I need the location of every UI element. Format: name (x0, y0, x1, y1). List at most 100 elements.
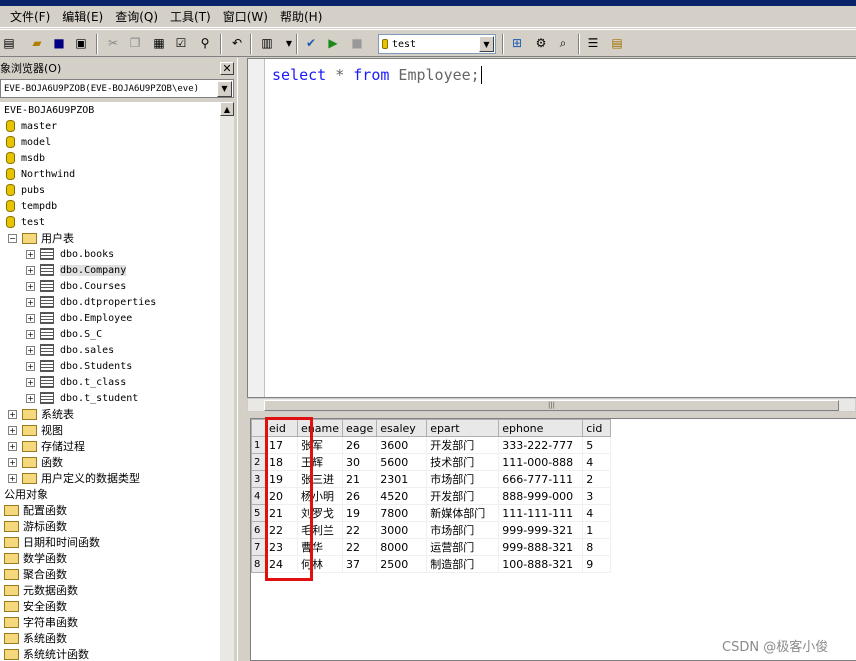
column-header[interactable]: ephone (498, 419, 584, 437)
cell[interactable]: 37 (341, 555, 378, 573)
undo-icon[interactable]: ↶ (228, 35, 246, 51)
expand-icon[interactable]: + (26, 361, 35, 371)
expand-icon[interactable]: + (26, 265, 35, 275)
tree-folder[interactable]: + 视图 (8, 422, 63, 438)
cell[interactable]: 1 (582, 521, 612, 539)
tree-folder[interactable]: + 存储过程 (8, 438, 85, 454)
tree-server[interactable]: EVE-BOJA6U9PZOB (4, 102, 94, 118)
cell[interactable]: 999-999-321 (498, 521, 584, 539)
tree-db-msdb[interactable]: msdb (6, 150, 45, 166)
cell[interactable]: 2500 (376, 555, 428, 573)
collapse-icon[interactable]: − (8, 233, 17, 243)
expand-icon[interactable]: + (26, 377, 35, 387)
tree-table[interactable]: + dbo.sales (26, 342, 114, 358)
expand-icon[interactable]: + (26, 329, 35, 339)
display-plan-icon[interactable]: ⊞ (508, 35, 526, 51)
cell[interactable]: 运营部门 (426, 538, 500, 556)
stop-icon[interactable]: ■ (348, 35, 366, 51)
cell[interactable]: 开发部门 (426, 487, 500, 505)
cell[interactable]: 2301 (376, 470, 428, 488)
panel-splitter[interactable] (237, 58, 247, 661)
cell[interactable]: 开发部门 (426, 436, 500, 454)
object-search-icon[interactable]: ⌕ (554, 35, 572, 51)
cell[interactable]: 22 (341, 521, 378, 539)
cell[interactable]: 技术部门 (426, 453, 500, 471)
parse-check-icon[interactable]: ✔ (302, 35, 320, 51)
menu-window[interactable]: 窗口(W) (217, 8, 274, 25)
tree-folder[interactable]: 元数据函数 (4, 582, 78, 598)
tree-table[interactable]: + dbo.S_C (26, 326, 102, 342)
save-icon[interactable]: ■ (50, 35, 68, 51)
cell[interactable]: 5 (582, 436, 612, 454)
open-folder-icon[interactable]: ▰ (28, 35, 46, 51)
cell[interactable]: 7800 (376, 504, 428, 522)
tree-db-test[interactable]: test (6, 214, 45, 230)
tree-table[interactable]: + dbo.dtproperties (26, 294, 156, 310)
close-icon[interactable]: ✕ (220, 61, 234, 75)
new-query-icon[interactable]: ▤ (0, 35, 18, 51)
cell[interactable]: 3 (582, 487, 612, 505)
cell[interactable]: 30 (341, 453, 378, 471)
cell[interactable]: 111-000-888 (498, 453, 584, 471)
cell[interactable]: 666-777-111 (498, 470, 584, 488)
tree-folder[interactable]: 游标函数 (4, 518, 67, 534)
cell[interactable]: 9 (582, 555, 612, 573)
chevron-down-icon[interactable]: ▼ (479, 36, 494, 52)
editor-horizontal-scrollbar[interactable]: ||| (247, 398, 856, 412)
tree-folder[interactable]: 数学函数 (4, 550, 67, 566)
find-icon[interactable]: ⚲ (196, 35, 214, 51)
expand-icon[interactable]: + (26, 249, 35, 259)
cell[interactable]: 888-999-000 (498, 487, 584, 505)
query-editor[interactable]: select * from Employee; (247, 58, 856, 398)
tree-table[interactable]: + dbo.Employee (26, 310, 132, 326)
menu-file[interactable]: 文件(F) (4, 8, 56, 25)
cell[interactable]: 制造部门 (426, 555, 500, 573)
paste-icon[interactable]: ▦ (150, 35, 168, 51)
database-select[interactable]: test ▼ (378, 34, 496, 54)
tree-db-tempdb[interactable]: tempdb (6, 198, 57, 214)
column-header[interactable]: esaley (376, 419, 428, 437)
expand-icon[interactable]: + (8, 441, 17, 451)
tree-table[interactable]: + dbo.Students (26, 358, 132, 374)
tree-table[interactable]: + dbo.Company (26, 262, 127, 278)
insert-template-icon[interactable]: ▣ (72, 35, 90, 51)
menu-tools[interactable]: 工具(T) (164, 8, 217, 25)
expand-icon[interactable]: + (26, 393, 35, 403)
cell[interactable]: 2 (582, 470, 612, 488)
cell[interactable]: 8000 (376, 538, 428, 556)
cell[interactable]: 8 (582, 538, 612, 556)
cell[interactable]: 100-888-321 (498, 555, 584, 573)
cell[interactable]: 21 (341, 470, 378, 488)
results-mode-icon[interactable]: ▥ (258, 35, 276, 51)
tree-table[interactable]: + dbo.t_student (26, 390, 138, 406)
cut-icon[interactable]: ✂ (104, 35, 122, 51)
tree-common-objects[interactable]: 公用对象 (4, 486, 48, 502)
tree-folder[interactable]: + 函数 (8, 454, 63, 470)
expand-icon[interactable]: + (26, 281, 35, 291)
properties-icon[interactable]: ☰ (584, 35, 602, 51)
scrollbar-thumb[interactable]: ||| (264, 400, 839, 411)
tree-table[interactable]: + dbo.Courses (26, 278, 126, 294)
cell[interactable]: 19 (341, 504, 378, 522)
sql-text[interactable]: select * from Employee; (272, 66, 482, 84)
cell[interactable]: 333-222-777 (498, 436, 584, 454)
tree-folder[interactable]: + 用户定义的数据类型 (8, 470, 140, 486)
execute-icon[interactable]: ▶ (324, 35, 342, 51)
object-browser-icon[interactable]: ⚙ (532, 35, 550, 51)
menu-edit[interactable]: 编辑(E) (56, 8, 109, 25)
tree-folder[interactable]: 安全函数 (4, 598, 67, 614)
tree-folder[interactable]: 系统函数 (4, 630, 67, 646)
tree-folder[interactable]: 字符串函数 (4, 614, 78, 630)
cell[interactable]: 3000 (376, 521, 428, 539)
tree-folder[interactable]: 系统统计函数 (4, 646, 89, 661)
cell[interactable]: 4 (582, 504, 612, 522)
cell[interactable]: 新媒体部门 (426, 504, 500, 522)
cell[interactable]: 999-888-321 (498, 538, 584, 556)
expand-icon[interactable]: + (26, 345, 35, 355)
cell[interactable]: 22 (341, 538, 378, 556)
cell[interactable]: 3600 (376, 436, 428, 454)
menu-query[interactable]: 查询(Q) (109, 8, 164, 25)
expand-icon[interactable]: + (8, 457, 17, 467)
expand-icon[interactable]: + (8, 425, 17, 435)
expand-icon[interactable]: + (8, 409, 17, 419)
